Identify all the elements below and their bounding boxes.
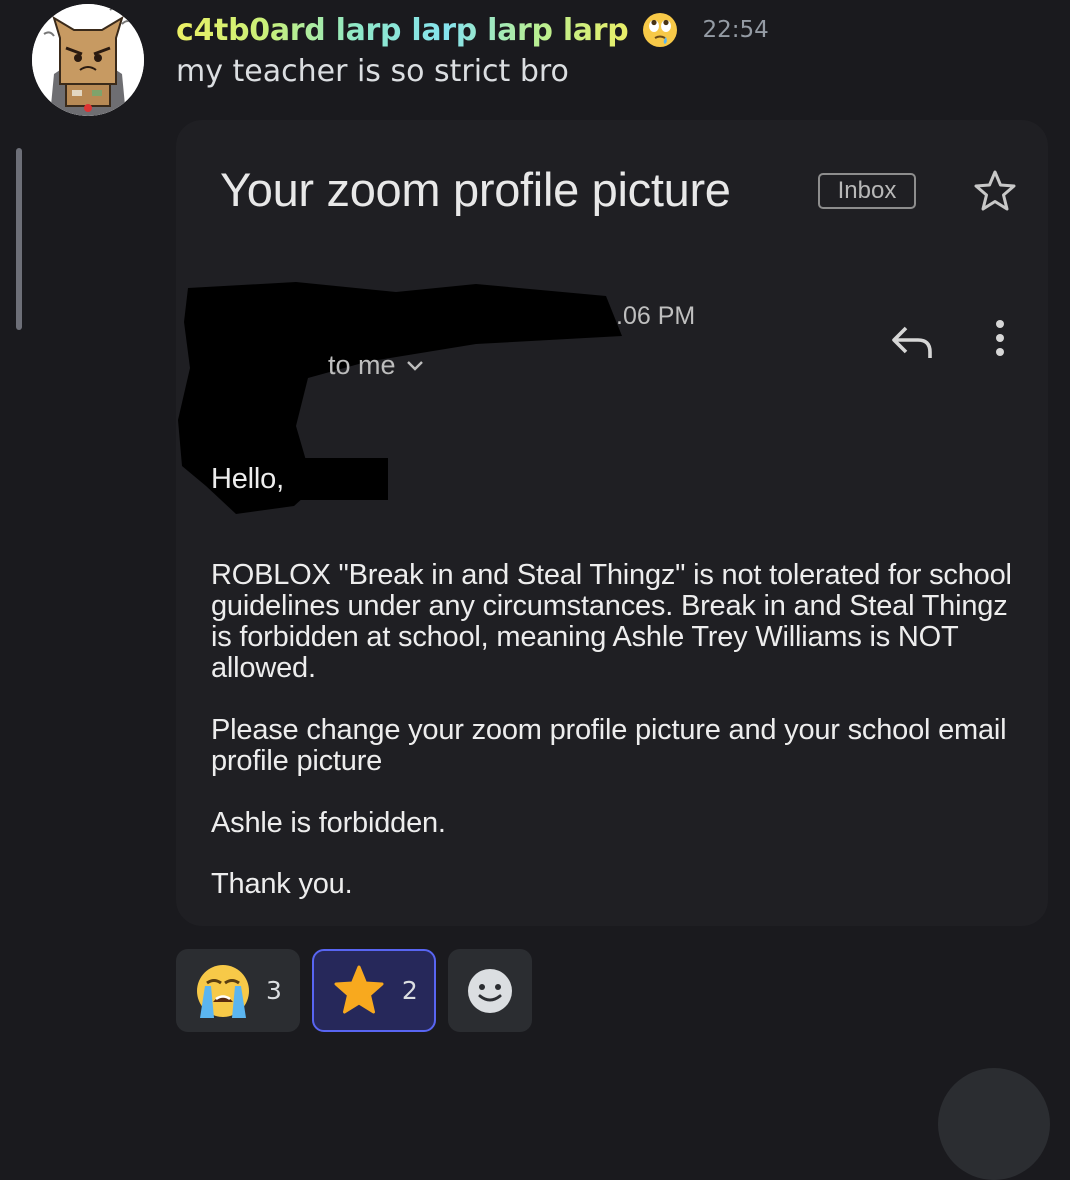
reaction-count: 2 bbox=[401, 976, 418, 1005]
reaction-count: 3 bbox=[266, 976, 282, 1005]
more-vertical-icon bbox=[996, 320, 1004, 356]
message-content: my teacher is so strict bro bbox=[176, 54, 569, 89]
email-greeting-line: Hello, bbox=[211, 458, 1031, 500]
message-timestamp: 22:54 bbox=[702, 17, 769, 43]
add-reaction-button[interactable] bbox=[447, 949, 532, 1032]
scroll-indicator bbox=[16, 148, 22, 330]
message-header: c4tb0ard larp larp larp larp 22:54 bbox=[176, 8, 769, 52]
reaction-crying[interactable]: 3 bbox=[176, 949, 300, 1032]
email-paragraph: Ashle is forbidden. bbox=[211, 807, 446, 839]
reaction-star[interactable]: 2 bbox=[311, 949, 436, 1032]
smiley-face-icon bbox=[467, 968, 512, 1013]
chevron-down-icon bbox=[406, 360, 423, 371]
email-paragraph: ROBLOX "Break in and Steal Thingz" is no… bbox=[211, 559, 1012, 684]
reaction-bar: 3 2 bbox=[176, 949, 532, 1032]
email-greeting: Hello, bbox=[211, 462, 284, 495]
reply-icon bbox=[892, 326, 932, 358]
avatar[interactable] bbox=[32, 4, 144, 116]
inbox-label-chip: Inbox bbox=[818, 173, 916, 209]
recipient-dropdown[interactable]: to me bbox=[328, 350, 424, 381]
recipient-name-redaction bbox=[291, 458, 388, 500]
email-subject: Your zoom profile picture bbox=[220, 163, 731, 216]
scroll-to-bottom-button[interactable] bbox=[938, 1068, 1050, 1180]
image-attachment[interactable]: Your zoom profile picture Inbox .06 PM t… bbox=[176, 120, 1048, 926]
loudly-crying-face-icon bbox=[197, 964, 249, 1018]
email-body: Hello, ROBLOX "Break in and Steal Thingz… bbox=[211, 458, 1031, 900]
email-paragraph: Please change your zoom profile picture … bbox=[211, 714, 1007, 777]
username[interactable]: c4tb0ard larp larp larp larp bbox=[176, 13, 629, 48]
rolling-eyes-emoji-icon[interactable] bbox=[642, 12, 678, 48]
cardboard-box-cat-avatar-icon bbox=[32, 4, 144, 116]
recipient-label: to me bbox=[328, 350, 396, 380]
star-outline-icon bbox=[974, 170, 1016, 211]
email-signoff: Thank you. bbox=[211, 868, 353, 900]
star-icon bbox=[334, 965, 384, 1013]
email-time: .06 PM bbox=[616, 302, 696, 330]
